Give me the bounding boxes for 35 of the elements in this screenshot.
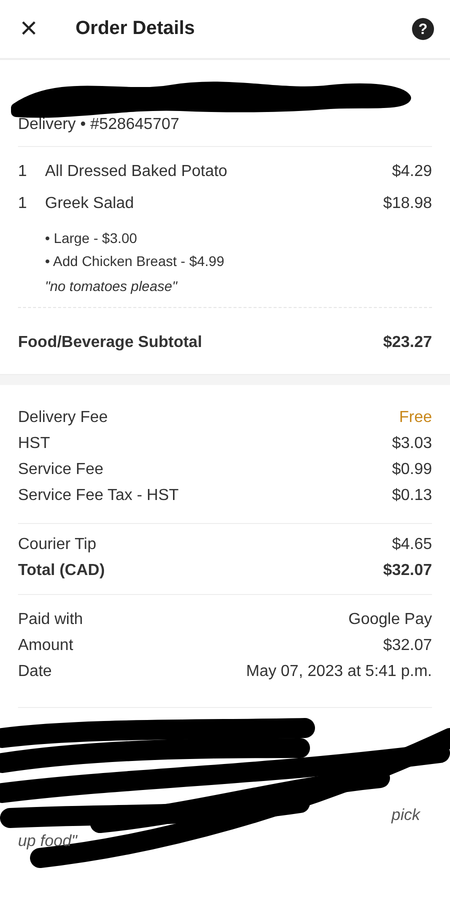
item-name: Greek Salad	[45, 195, 135, 213]
total-value: $32.07	[383, 562, 432, 580]
fee-value: $3.03	[392, 435, 432, 453]
instructions-text: pick	[392, 807, 420, 824]
subtotal-value: $23.27	[383, 334, 432, 352]
instructions-text: up food"	[18, 833, 78, 850]
fee-label: Service Fee Tax - HST	[18, 487, 179, 505]
fee-label: Service Fee	[18, 461, 104, 479]
fee-value: Free	[399, 409, 432, 427]
fee-value: $0.99	[392, 461, 432, 479]
close-icon[interactable]: ×	[20, 14, 38, 44]
order-info: Delivery • #528645707	[18, 116, 180, 134]
item-quantity: 1	[18, 195, 28, 213]
item-price: $4.29	[392, 163, 432, 181]
item-price: $18.98	[383, 195, 432, 213]
tip-label: Courier Tip	[18, 536, 96, 554]
fee-label: HST	[18, 435, 50, 453]
subtotal-label: Food/Beverage Subtotal	[18, 334, 202, 352]
payment-label: Amount	[18, 637, 74, 655]
item-quantity: 1	[18, 163, 28, 181]
help-icon[interactable]: ?	[412, 18, 434, 40]
payment-label: Paid with	[18, 611, 83, 629]
fee-value: $0.13	[392, 487, 432, 505]
item-note: "no tomatoes please"	[45, 277, 178, 296]
total-label: Total (CAD)	[18, 562, 105, 580]
payment-value: Google Pay	[348, 611, 432, 629]
fee-label: Delivery Fee	[18, 409, 108, 427]
page-title: Order Details	[76, 18, 196, 40]
item-option: • Large - $3.00	[45, 227, 432, 250]
item-name: All Dressed Baked Potato	[45, 163, 228, 181]
tip-value: $4.65	[392, 536, 432, 554]
payment-value: May 07, 2023 at 5:41 p.m.	[246, 663, 432, 681]
payment-value: $32.07	[383, 637, 432, 655]
item-option: • Add Chicken Breast - $4.99	[45, 250, 432, 273]
payment-label: Date	[18, 663, 52, 681]
